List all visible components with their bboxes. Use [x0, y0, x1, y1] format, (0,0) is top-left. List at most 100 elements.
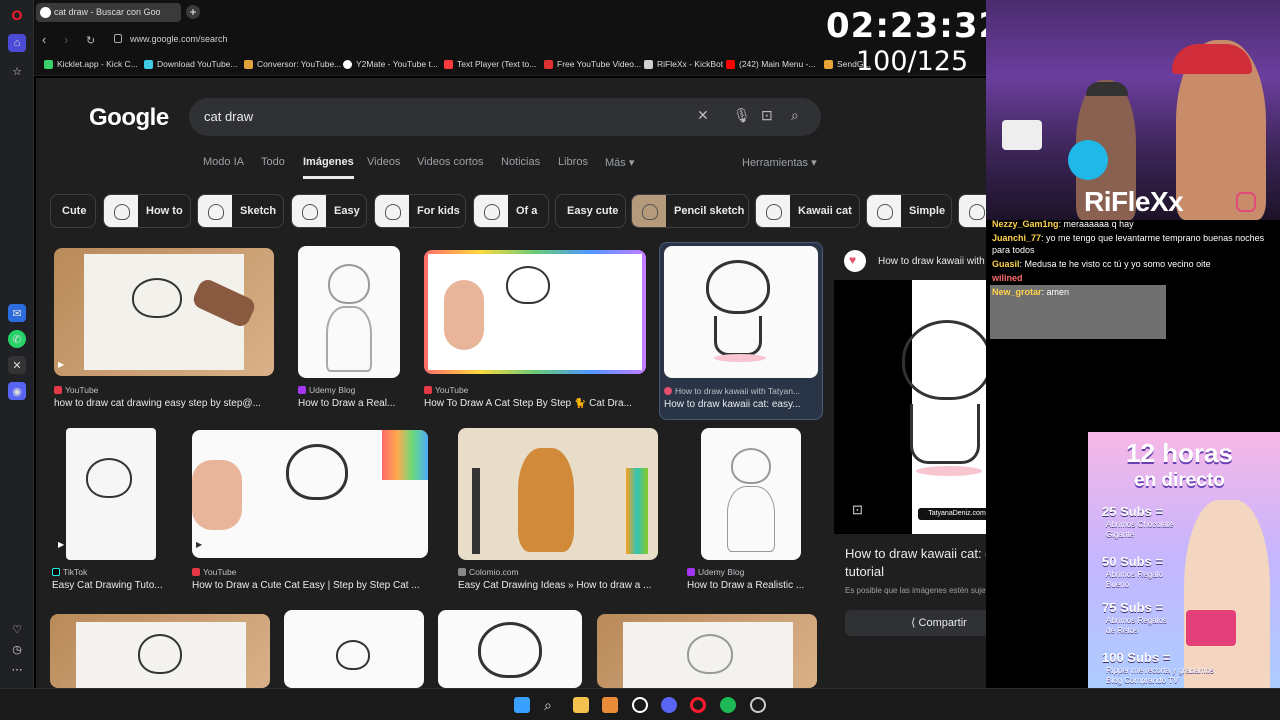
bookmark-icon[interactable]: ☆	[8, 62, 26, 80]
bookmark-item[interactable]: Kicklet.app - Kick C...	[44, 59, 138, 69]
messenger-icon[interactable]: ✉	[8, 304, 26, 322]
discord-taskbar-icon[interactable]	[661, 697, 677, 713]
result-image[interactable]: ▶	[424, 250, 646, 374]
x-twitter-icon[interactable]: ✕	[8, 356, 26, 374]
cap-image	[1086, 82, 1128, 96]
chip-easy-cute[interactable]: Easy cute	[555, 194, 626, 228]
result-title[interactable]: How to Draw a Real...	[298, 398, 418, 409]
heart-icon[interactable]: ♡	[8, 620, 26, 638]
new-tab-button[interactable]: +	[186, 5, 200, 19]
search-input[interactable]: cat draw	[204, 109, 253, 124]
result-image[interactable]	[50, 614, 270, 688]
tab-videos[interactable]: Videos	[367, 156, 400, 168]
gift-image	[1186, 610, 1236, 646]
windows-start-icon[interactable]	[514, 697, 530, 713]
reload-icon[interactable]: ↻	[86, 34, 95, 47]
result-image[interactable]: ▶	[54, 248, 274, 376]
result-title[interactable]: Easy Cat Drawing Tuto...	[52, 580, 174, 591]
result-source: YouTube	[192, 567, 236, 577]
more-icon[interactable]: ⋯	[8, 660, 26, 678]
tab-videos-cortos[interactable]: Videos cortos	[417, 156, 483, 168]
bookmark-item[interactable]: Y2Mate - YouTube t...	[343, 59, 438, 69]
bookmark-item[interactable]: Conversor: YouTube...	[244, 59, 341, 69]
promo-headline: 12 horas	[1126, 438, 1233, 468]
url-field[interactable]: www.google.com/search	[130, 34, 228, 44]
preview-title[interactable]: How to draw kawaii cat: easy step-by-ste…	[845, 545, 986, 581]
bookmark-item[interactable]: Download YouTube...	[144, 59, 238, 69]
history-icon[interactable]: ◷	[8, 640, 26, 658]
clear-icon[interactable]: ✕	[697, 107, 709, 124]
result-title[interactable]: How to Draw a Realistic ...	[687, 580, 817, 591]
tab-libros[interactable]: Libros	[558, 156, 588, 168]
kawaii-cat-icon	[902, 320, 986, 400]
bookmark-item[interactable]: RiFleXx - KickBot	[644, 59, 723, 69]
result-image[interactable]	[458, 428, 658, 560]
vlc-icon[interactable]	[602, 697, 618, 713]
tab-noticias[interactable]: Noticias	[501, 156, 540, 168]
preview-site-name[interactable]: How to draw kawaii with Tatyana Deniz	[878, 256, 986, 267]
bookmark-item[interactable]: Free YouTube Video...	[544, 59, 641, 69]
result-image[interactable]	[438, 610, 582, 688]
windows-taskbar: ⌕	[0, 688, 1280, 720]
result-image[interactable]	[597, 614, 817, 688]
share-button[interactable]: ⟨ Compartir	[845, 610, 986, 636]
chip-how-to[interactable]: How to	[103, 194, 191, 228]
home-icon[interactable]: ⌂	[8, 34, 26, 52]
obs-icon[interactable]	[632, 697, 648, 713]
result-source: How to draw kawaii with Tatyan...	[664, 386, 800, 396]
result-title[interactable]: How to draw kawaii cat: easy...	[664, 399, 814, 410]
google-favicon-icon	[40, 7, 51, 18]
kickbot-icon	[644, 60, 653, 69]
steam-icon[interactable]	[750, 697, 766, 713]
tab-imagenes[interactable]: Imágenes	[303, 156, 354, 179]
chip-pencil-sketch[interactable]: Pencil sketch	[631, 194, 749, 228]
video-play-icon: ▶	[58, 360, 65, 369]
chip-of-a[interactable]: Of a	[473, 194, 549, 228]
cat-body-sketch	[727, 486, 775, 552]
spotify-icon[interactable]	[720, 697, 736, 713]
chat-overlay: Nezzy_Gam1ng: meraaaaaa q hay Juanchi_77…	[990, 218, 1280, 300]
result-image[interactable]	[701, 428, 801, 560]
microphone-icon[interactable]: 🎙	[733, 107, 751, 124]
result-title[interactable]: Easy Cat Drawing Ideas » How to draw a .…	[458, 580, 668, 591]
pink-shadow	[916, 466, 982, 476]
tools-button[interactable]: Herramientas ▾	[742, 156, 817, 169]
discord-icon[interactable]: ◉	[8, 382, 26, 400]
result-image[interactable]	[284, 610, 424, 688]
chip-more[interactable]	[958, 194, 986, 228]
chip-sketch[interactable]: Sketch	[197, 194, 284, 228]
lens-icon[interactable]: ⊡	[761, 107, 773, 124]
whatsapp-icon[interactable]: ✆	[8, 330, 26, 348]
tab-modo-ia[interactable]: Modo IA	[203, 156, 244, 168]
opera-taskbar-icon[interactable]	[690, 697, 706, 713]
search-icon[interactable]: ⌕	[791, 107, 799, 124]
search-box[interactable]: cat draw ✕ 🎙 ⊡ ⌕	[189, 98, 821, 136]
chip-for-kids[interactable]: For kids	[374, 194, 466, 228]
result-title[interactable]: how to draw cat drawing easy step by ste…	[54, 398, 279, 409]
chip-kawaii-cat[interactable]: Kawaii cat	[755, 194, 860, 228]
chip-cute[interactable]: Cute	[50, 194, 96, 228]
google-logo[interactable]: Google	[89, 104, 169, 132]
bookmark-item[interactable]: Text Player (Text to...	[444, 59, 536, 69]
chat-message: Juanchi_77: yo me tengo que levantarme t…	[992, 233, 1265, 255]
result-image[interactable]	[664, 246, 818, 378]
tab-google-search[interactable]: cat draw - Buscar con Goo	[36, 3, 181, 22]
back-icon[interactable]: ‹	[42, 32, 46, 47]
file-explorer-icon[interactable]	[573, 697, 589, 713]
cat-drawing-icon	[731, 448, 771, 484]
result-image[interactable]: ▶	[52, 428, 170, 560]
result-image[interactable]: ▶	[192, 430, 428, 558]
tab-mas[interactable]: Más ▾	[605, 156, 634, 169]
lens-search-icon[interactable]: ⊡	[852, 502, 863, 518]
result-title[interactable]: How To Draw A Cat Step By Step 🐈 Cat Dra…	[424, 398, 648, 409]
bookmark-item[interactable]: (242) Main Menu -...	[726, 59, 816, 69]
chip-easy[interactable]: Easy	[291, 194, 367, 228]
tab-todo[interactable]: Todo	[261, 156, 285, 168]
opera-logo-icon[interactable]: O	[8, 6, 26, 24]
result-image[interactable]	[298, 246, 400, 378]
forward-icon[interactable]: ›	[64, 32, 68, 47]
result-title[interactable]: How to Draw a Cute Cat Easy | Step by St…	[192, 580, 437, 591]
preview-image[interactable]: TatyanaDeniz.com ⊡	[834, 280, 986, 534]
chip-simple[interactable]: Simple	[866, 194, 952, 228]
search-icon[interactable]: ⌕	[544, 697, 560, 713]
